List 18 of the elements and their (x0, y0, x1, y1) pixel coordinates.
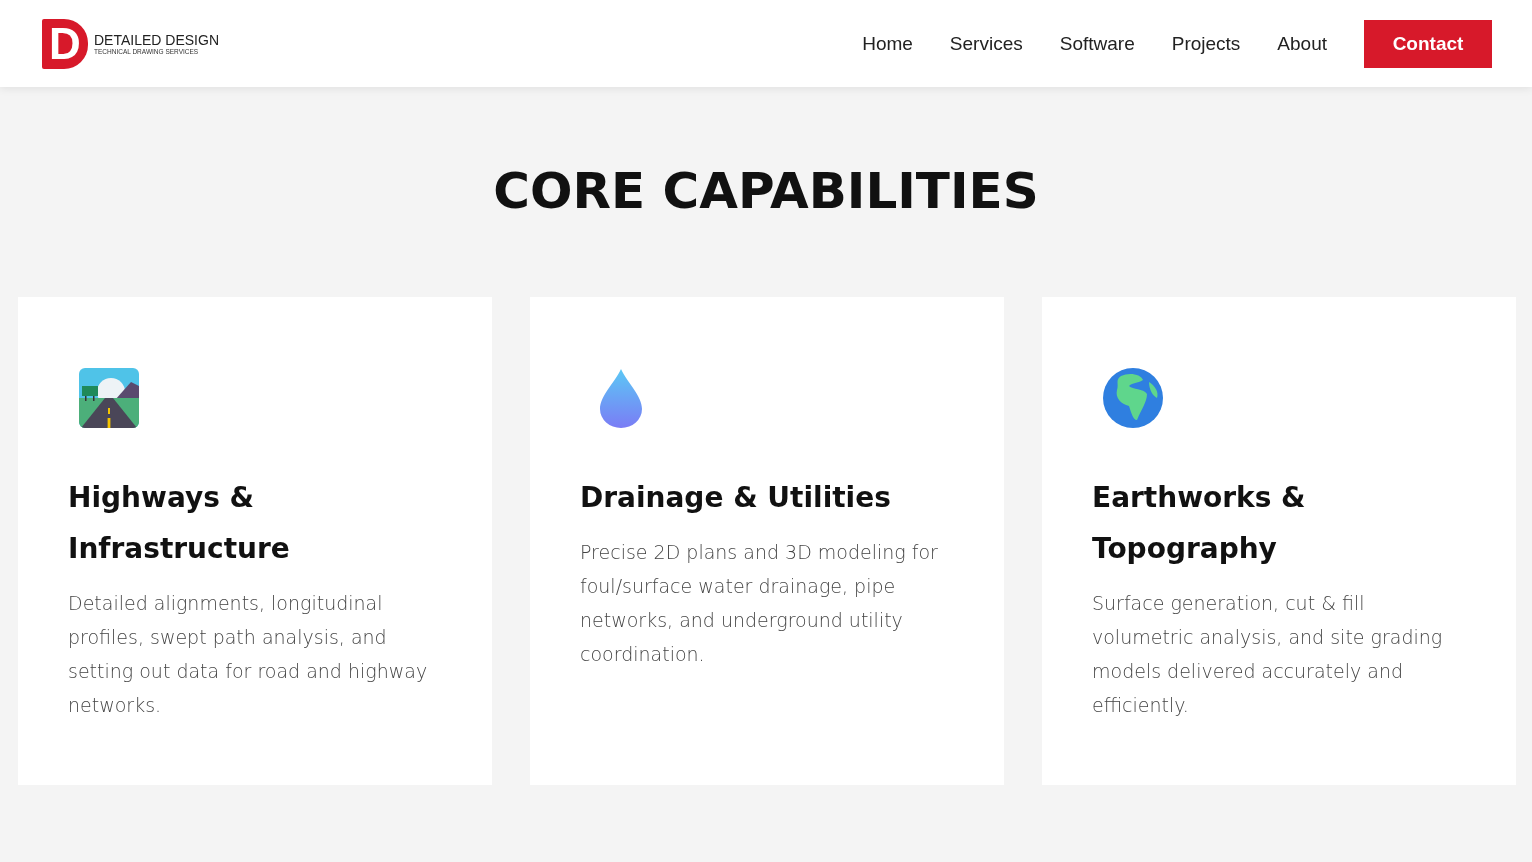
water-drop-icon (599, 368, 643, 428)
logo-name: DETAILED DESIGN (94, 32, 219, 48)
card-description: Precise 2D plans and 3D modeling for foul/surface water drainage, pipe networks, and underground utility coordination. (580, 540, 939, 667)
nav-link[interactable]: Projects (1171, 32, 1241, 55)
contact-button[interactable]: Contact (1364, 19, 1492, 68)
nav-link[interactable]: Software (1059, 32, 1135, 55)
nav-link[interactable]: About (1277, 32, 1327, 55)
card-title: Highways & Infrastructure (68, 480, 291, 567)
globe-icon (1103, 368, 1163, 428)
card-description: Surface generation, cut & fill volumetric analysis, and site grading models delivered accurately and efficiently. (1092, 591, 1444, 718)
card-title: Earthworks & Topography (1092, 480, 1307, 567)
section-heading: CORE CAPABILITIES (492, 167, 1040, 215)
logo-mark[interactable]: D (42, 18, 88, 69)
card-title: Drainage & Utilities (580, 480, 892, 516)
card-description: Detailed alignments, longitudinal profiles, swept path analysis, and setting out data for road and highway networks. (68, 591, 429, 718)
nav-link[interactable]: Home (862, 32, 913, 55)
road-icon (79, 368, 139, 428)
nav-link[interactable]: Services (949, 32, 1023, 55)
